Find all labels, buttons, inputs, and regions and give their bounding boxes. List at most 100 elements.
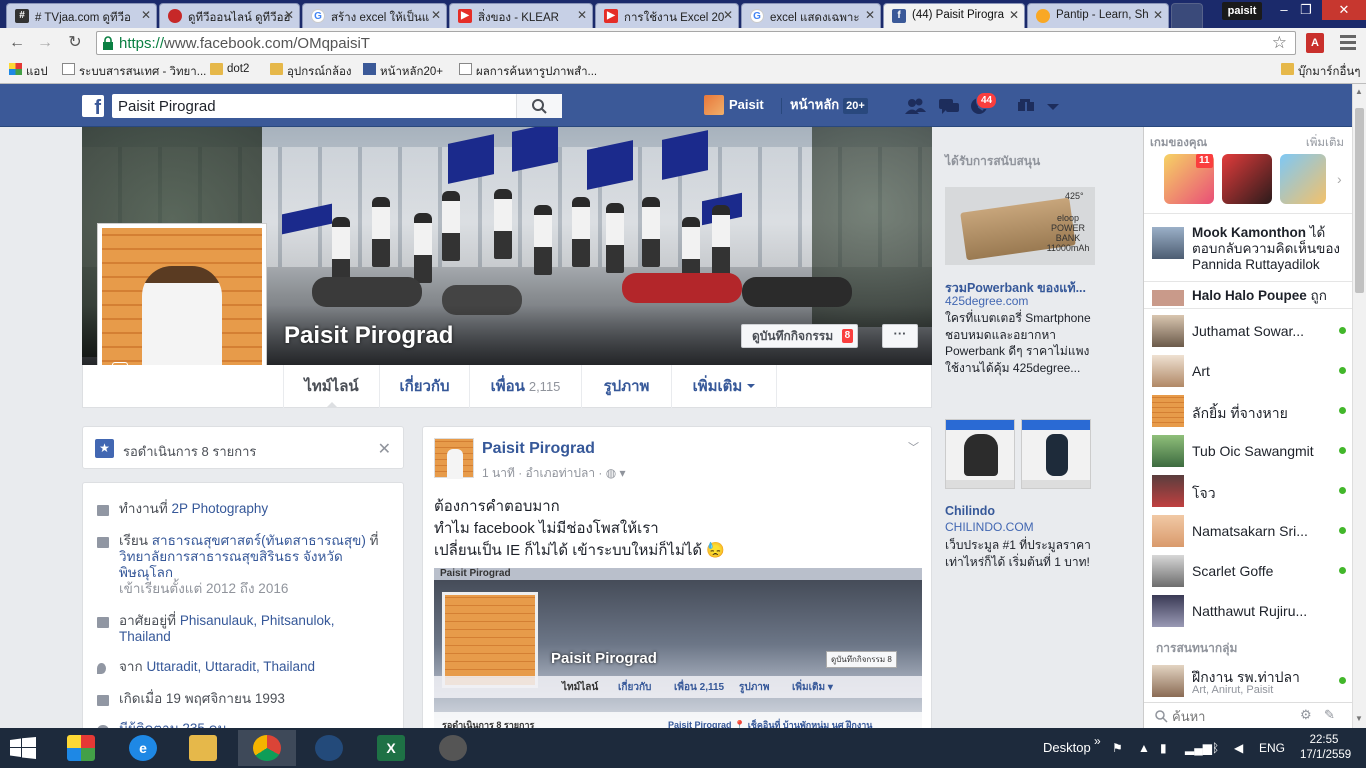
chat-contact[interactable]: Scarlet Goffe	[1152, 555, 1348, 587]
close-icon[interactable]: ✕	[141, 8, 151, 22]
games-more-link[interactable]: เพิ่มเติม	[1306, 134, 1344, 152]
flag-icon[interactable]: ⚑	[1112, 741, 1123, 755]
reload-icon[interactable]: ↻	[64, 32, 86, 54]
chat-contact[interactable]: Namatsakarn Sri...	[1152, 515, 1348, 547]
ninja-game-icon[interactable]	[1222, 154, 1272, 204]
address-bar[interactable]: https://www.facebook.com/OMqpaisiT ☆	[96, 31, 1296, 55]
bookmark-folder[interactable]: dot2	[210, 63, 249, 75]
beach-game-icon[interactable]	[1280, 154, 1326, 204]
tab-more[interactable]: เพิ่มเติม	[671, 365, 777, 408]
messages-icon[interactable]	[938, 96, 960, 116]
back-icon[interactable]: ←	[6, 32, 28, 54]
taskbar-app[interactable]	[424, 730, 482, 766]
desktop-toolbar-label[interactable]: Desktop	[1043, 740, 1091, 755]
browser-menu-icon[interactable]	[1340, 35, 1356, 53]
bookmark-item[interactable]: ผลการค้นหารูปภาพสำ...	[459, 63, 597, 81]
windows-start-icon[interactable]	[10, 737, 36, 759]
tab-timeline[interactable]: ไทม์ไลน์	[283, 365, 379, 408]
new-message-icon[interactable]: ✎	[1324, 707, 1335, 723]
group-chat[interactable]: ฝึกงาน รพ.ท่าปลา Art, Anirut, Paisit	[1152, 665, 1348, 701]
scroll-up-icon[interactable]: ▲	[1355, 87, 1363, 96]
taskbar-chrome[interactable]	[238, 730, 296, 766]
bookmark-folder[interactable]: อุปกรณ์กล้อง	[270, 63, 352, 81]
bookmark-star-icon[interactable]: ☆	[1272, 33, 1287, 53]
close-icon[interactable]: ✕	[378, 439, 391, 459]
chevron-down-icon[interactable]: ﹀	[908, 439, 919, 455]
ad-image[interactable]	[945, 419, 1015, 489]
language-indicator[interactable]: ENG	[1259, 741, 1285, 755]
hometown-link[interactable]: Uttaradit, Uttaradit, Thailand	[146, 659, 315, 674]
close-icon[interactable]: ✕	[284, 8, 294, 22]
browser-tab[interactable]: Pantip - Learn, Sh ✕	[1027, 3, 1169, 28]
close-icon[interactable]: ✕	[1009, 8, 1019, 22]
browser-tab[interactable]: ▶ การใช้งาน Excel 20 ✕	[595, 3, 739, 28]
ad-title[interactable]: Chilindo	[945, 504, 1095, 518]
ticker-item[interactable]: Halo Halo Poupee ถูก	[1152, 288, 1348, 306]
post-time[interactable]: 1 นาที	[482, 466, 515, 480]
ad-image[interactable]	[1021, 419, 1091, 489]
browser-tab[interactable]: # # TVjaa.com ดูทีวีอ ✕	[6, 3, 157, 28]
restore-icon[interactable]: ❐	[1292, 0, 1320, 20]
page-scrollbar[interactable]: ▲ ▼	[1352, 84, 1366, 728]
browser-tab[interactable]: ▶ สิ่งของ - KLEAR ✕	[449, 3, 593, 28]
more-options-button[interactable]: ···	[882, 324, 918, 348]
post-location[interactable]: อำเภอท่าปลา	[526, 466, 596, 480]
ad-domain[interactable]: CHILINDO.COM	[945, 520, 1034, 534]
bluetooth-icon[interactable]: ᛒ	[1212, 741, 1219, 755]
forward-icon[interactable]: →	[34, 32, 56, 54]
new-tab-button[interactable]	[1171, 3, 1203, 28]
chat-search-input[interactable]	[1172, 707, 1292, 725]
chat-contact[interactable]: Tub Oic Sawangmit	[1152, 435, 1348, 467]
study-field-link[interactable]: สาธารณสุขศาสตร์(ทันตสาธารณสุข)	[152, 533, 366, 548]
battery-icon[interactable]: ▮	[1160, 741, 1167, 755]
school-link[interactable]: วิทยาลัยการสาธารณสุขสิรินธร จังหวัดพิษณุ…	[119, 549, 343, 580]
post-author[interactable]: Paisit Pirograd	[482, 440, 595, 458]
close-icon[interactable]: ✕	[1153, 8, 1163, 22]
taskbar-app[interactable]	[300, 730, 358, 766]
ad-image[interactable]: 425° eloop POWER BANK 11000mAh	[945, 187, 1095, 265]
signal-icon[interactable]: ▂▄▆	[1185, 741, 1212, 755]
gear-icon[interactable]: ⚙	[1300, 707, 1312, 723]
taskbar-apps[interactable]	[52, 730, 110, 766]
close-icon[interactable]: ✕	[865, 8, 875, 22]
taskbar-ie[interactable]: e	[114, 730, 172, 766]
privacy-shortcuts-icon[interactable]	[1016, 96, 1038, 116]
other-bookmarks[interactable]: บุ๊กมาร์กอื่นๆ	[1281, 63, 1360, 81]
volume-icon[interactable]: ◀	[1234, 741, 1243, 755]
chevron-right-icon[interactable]: ›	[1337, 171, 1342, 187]
chat-contact[interactable]: Art	[1152, 355, 1348, 387]
pdf-extension-icon[interactable]: A	[1306, 33, 1324, 53]
bookmark-item[interactable]: หน้าหลัก20+	[363, 63, 443, 81]
taskbar-excel[interactable]: X	[362, 730, 420, 766]
chat-contact[interactable]: ลักยิ้ม ที่จางหาย	[1152, 395, 1348, 427]
search-button[interactable]	[516, 94, 562, 118]
browser-tab[interactable]: G สร้าง excel ให้เป็นแ ✕	[302, 3, 447, 28]
window-close-icon[interactable]: ✕	[1322, 0, 1366, 20]
ad-domain[interactable]: 425degree.com	[945, 294, 1028, 308]
tab-photos[interactable]: รูปภาพ	[581, 365, 671, 408]
tab-friends[interactable]: เพื่อน 2,115	[469, 365, 581, 408]
tab-about[interactable]: เกี่ยวกับ	[379, 365, 469, 408]
chevron-double-right-icon[interactable]: »	[1094, 734, 1101, 748]
close-icon[interactable]: ✕	[577, 8, 587, 22]
browser-profile-badge[interactable]: paisit	[1222, 2, 1262, 20]
avatar[interactable]	[434, 438, 474, 479]
ticker-item[interactable]: Mook Kamonthon ได้ตอบกลับความคิดเห็นของ …	[1152, 225, 1348, 273]
facebook-logo[interactable]: f	[82, 95, 104, 117]
post-photo[interactable]: Paisit Pirograd Paisit Pirograd ดูบันทึก…	[434, 568, 922, 738]
scrollbar-thumb[interactable]	[1355, 108, 1364, 293]
close-icon[interactable]: ✕	[723, 8, 733, 22]
browser-tab[interactable]: G excel แสดงเฉพาะ ✕	[741, 3, 881, 28]
bookmark-apps[interactable]: แอป	[9, 63, 48, 81]
friend-requests-icon[interactable]	[904, 96, 926, 116]
profile-name[interactable]: Paisit Pirograd	[284, 322, 453, 350]
taskbar-explorer[interactable]	[174, 730, 232, 766]
show-hidden-icons-icon[interactable]: ▲	[1138, 741, 1150, 755]
chat-contact[interactable]: โจว	[1152, 475, 1348, 507]
clock[interactable]: 22:55 17/1/2559	[1300, 733, 1351, 763]
chat-contact[interactable]: Natthawut Rujiru...	[1152, 595, 1348, 627]
pending-items-box[interactable]: ★ รอดำเนินการ 8 รายการ ✕	[82, 426, 404, 469]
home-link[interactable]: หน้าหลัก 20+	[790, 95, 868, 115]
scroll-down-icon[interactable]: ▼	[1355, 714, 1363, 723]
browser-tab[interactable]: ดูทีวีออนไลน์ ดูทีวีออ ✕	[159, 3, 300, 28]
